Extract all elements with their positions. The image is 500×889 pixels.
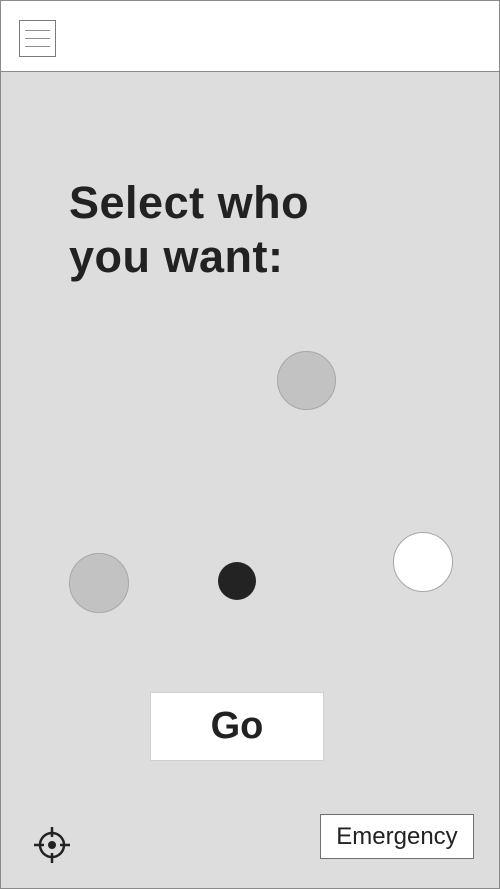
hamburger-menu-icon	[25, 38, 50, 39]
person-option-selected[interactable]	[218, 562, 256, 600]
emergency-button[interactable]: Emergency	[320, 814, 474, 859]
page-title-line-1: Select who	[69, 177, 310, 228]
person-option-1[interactable]	[277, 351, 336, 410]
hamburger-menu-icon	[25, 46, 50, 47]
menu-button[interactable]	[19, 20, 56, 57]
person-option-4[interactable]	[393, 532, 453, 592]
crosshair-location-icon[interactable]	[33, 826, 71, 864]
top-bar	[1, 1, 499, 72]
main-panel: Select who you want: Go Emergency	[1, 72, 499, 888]
go-button[interactable]: Go	[150, 692, 324, 761]
page-title-line-2: you want:	[69, 231, 284, 282]
page-title: Select who you want:	[69, 176, 369, 284]
hamburger-menu-icon	[25, 30, 50, 31]
app-screen: Select who you want: Go Emergency	[0, 0, 500, 889]
person-option-2[interactable]	[69, 553, 129, 613]
